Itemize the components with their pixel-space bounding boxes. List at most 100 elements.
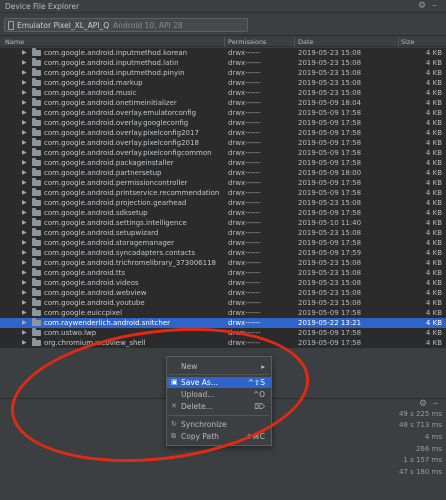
- table-row[interactable]: ▶ com.google.android.webview drwx------ 201…: [0, 288, 446, 298]
- gear-icon[interactable]: ⚙: [418, 1, 426, 11]
- device-dropdown[interactable]: Emulator Pixel_XL_API_Q Android 10, API …: [4, 18, 248, 32]
- expand-arrow-icon[interactable]: ▶: [22, 159, 27, 166]
- menu-item-copy-path[interactable]: ⧉ Copy Path ⇧⌘C: [167, 431, 271, 442]
- minimize-icon[interactable]: –: [432, 0, 437, 11]
- expand-arrow-icon[interactable]: ▶: [22, 129, 27, 136]
- expand-arrow-icon[interactable]: ▶: [22, 339, 27, 346]
- phone-icon: [8, 20, 14, 30]
- expand-arrow-icon[interactable]: ▶: [22, 179, 27, 186]
- menu-item-new[interactable]: New ▸: [167, 361, 271, 372]
- expand-arrow-icon[interactable]: ▶: [22, 149, 27, 156]
- file-permissions: drwx------: [228, 79, 261, 87]
- file-name: com.google.android.overlay.pixelconfigco…: [44, 149, 212, 157]
- folder-icon: [32, 98, 41, 106]
- table-row[interactable]: ▶ com.google.android.trichromelibrary_373…: [0, 258, 446, 268]
- table-row[interactable]: ▶ com.google.android.printservice.recomme…: [0, 188, 446, 198]
- table-row[interactable]: ▶ org.chromium.webview_shell drwx------ 201…: [0, 338, 446, 348]
- file-permissions: drwx------: [228, 129, 261, 137]
- table-row[interactable]: ▶ com.google.android.onetimeinitializer dr…: [0, 98, 446, 108]
- menu-label: New: [181, 362, 198, 371]
- expand-arrow-icon[interactable]: ▶: [22, 199, 27, 206]
- expand-arrow-icon[interactable]: ▶: [22, 69, 27, 76]
- gear-icon[interactable]: ⚙: [419, 399, 427, 409]
- stat-value: 47 s 180 ms: [398, 468, 442, 476]
- column-date[interactable]: Date: [298, 38, 314, 46]
- menu-item-save-as[interactable]: ▣ Save As... ^⇧S: [167, 377, 271, 388]
- expand-arrow-icon[interactable]: ▶: [22, 219, 27, 226]
- expand-arrow-icon[interactable]: ▶: [22, 49, 27, 56]
- column-name[interactable]: Name: [5, 38, 24, 46]
- column-permissions[interactable]: Permissions: [228, 38, 266, 46]
- table-row[interactable]: ▶ com.google.android.setupwizard drwx-----…: [0, 228, 446, 238]
- copy-icon: ⧉: [171, 432, 176, 440]
- expand-arrow-icon[interactable]: ▶: [22, 89, 27, 96]
- table-row[interactable]: ▶ com.google.android.tts drwx------ 2019-05…: [0, 268, 446, 278]
- table-row[interactable]: ▶ com.google.android.markup drwx------ 2019…: [0, 78, 446, 88]
- file-permissions: drwx------: [228, 89, 261, 97]
- file-name: com.google.android.webview: [44, 289, 147, 297]
- table-row[interactable]: ▶ com.google.android.projection.gearhead d…: [0, 198, 446, 208]
- table-row[interactable]: ▶ com.google.android.overlay.pixelconfig2…: [0, 128, 446, 138]
- file-size: 4 KB: [425, 279, 442, 287]
- expand-arrow-icon[interactable]: ▶: [22, 189, 27, 196]
- table-row[interactable]: ▶ com.google.android.overlay.googleconfig…: [0, 118, 446, 128]
- file-name: com.google.android.music: [44, 89, 137, 97]
- file-permissions: drwx------: [228, 149, 261, 157]
- stat-value: 266 ms: [415, 445, 442, 453]
- table-row[interactable]: ▶ com.google.android.permissioncontroller…: [0, 178, 446, 188]
- menu-item-delete[interactable]: ✕ Delete... ⌦: [167, 401, 271, 412]
- file-permissions: drwx------: [228, 69, 261, 77]
- table-row[interactable]: ▶ com.google.android.inputmethod.korean dr…: [0, 48, 446, 58]
- expand-arrow-icon[interactable]: ▶: [22, 59, 27, 66]
- table-row[interactable]: ▶ com.google.android.inputmethod.latin drw…: [0, 58, 446, 68]
- table-row[interactable]: ▶ com.google.euiccpixel drwx------ 2019-05-…: [0, 308, 446, 318]
- table-row[interactable]: ▶ com.google.android.music drwx------ 2019-…: [0, 88, 446, 98]
- expand-arrow-icon[interactable]: ▶: [22, 289, 27, 296]
- file-size: 4 KB: [425, 89, 442, 97]
- file-permissions: drwx------: [228, 339, 261, 347]
- expand-arrow-icon[interactable]: ▶: [22, 269, 27, 276]
- column-size[interactable]: Size: [401, 38, 414, 46]
- expand-arrow-icon[interactable]: ▶: [22, 229, 27, 236]
- menu-item-upload[interactable]: Upload... ^O: [167, 389, 271, 400]
- expand-arrow-icon[interactable]: ▶: [22, 329, 27, 336]
- table-row[interactable]: ▶ com.ustwo.lwp drwx------ 2019-05-09 17:58…: [0, 328, 446, 338]
- file-size: 4 KB: [425, 149, 442, 157]
- folder-icon: [32, 148, 41, 156]
- table-row[interactable]: ▶ com.google.android.sdksetup drwx------ 20…: [0, 208, 446, 218]
- folder-icon: [32, 118, 41, 126]
- table-row[interactable]: ▶ com.google.android.overlay.emulatorconf…: [0, 108, 446, 118]
- file-name: com.google.android.partnersetup: [44, 169, 162, 177]
- table-row[interactable]: ▶ com.google.android.inputmethod.pinyin dr…: [0, 68, 446, 78]
- expand-arrow-icon[interactable]: ▶: [22, 99, 27, 106]
- expand-arrow-icon[interactable]: ▶: [22, 319, 27, 326]
- table-row[interactable]: ▶ com.google.android.syncadapters.contact…: [0, 248, 446, 258]
- folder-icon: [32, 58, 41, 66]
- expand-arrow-icon[interactable]: ▶: [22, 209, 27, 216]
- expand-arrow-icon[interactable]: ▶: [22, 239, 27, 246]
- table-row[interactable]: ▶ com.google.android.storagemanager drwx--…: [0, 238, 446, 248]
- expand-arrow-icon[interactable]: ▶: [22, 109, 27, 116]
- expand-arrow-icon[interactable]: ▶: [22, 119, 27, 126]
- minimize-icon[interactable]: –: [433, 398, 438, 409]
- expand-arrow-icon[interactable]: ▶: [22, 279, 27, 286]
- expand-arrow-icon[interactable]: ▶: [22, 169, 27, 176]
- expand-arrow-icon[interactable]: ▶: [22, 139, 27, 146]
- table-row[interactable]: ▶ com.raywenderlich.android.snitcher drwx-…: [0, 318, 446, 328]
- table-row[interactable]: ▶ com.google.android.overlay.pixelconfig2…: [0, 138, 446, 148]
- expand-arrow-icon[interactable]: ▶: [22, 259, 27, 266]
- expand-arrow-icon[interactable]: ▶: [22, 249, 27, 256]
- expand-arrow-icon[interactable]: ▶: [22, 299, 27, 306]
- table-row[interactable]: ▶ com.google.android.packageinstaller drwx…: [0, 158, 446, 168]
- expand-arrow-icon[interactable]: ▶: [22, 309, 27, 316]
- expand-arrow-icon[interactable]: ▶: [22, 79, 27, 86]
- table-row[interactable]: ▶ com.google.android.partnersetup drwx----…: [0, 168, 446, 178]
- table-row[interactable]: ▶ com.google.android.videos drwx------ 2019…: [0, 278, 446, 288]
- file-size: 4 KB: [425, 219, 442, 227]
- table-row[interactable]: ▶ com.google.android.settings.intelligenc…: [0, 218, 446, 228]
- file-name: com.google.android.inputmethod.latin: [44, 59, 179, 67]
- menu-item-synchronize[interactable]: ↻ Synchronize: [167, 419, 271, 430]
- table-row[interactable]: ▶ com.google.android.overlay.pixelconfigc…: [0, 148, 446, 158]
- file-name: com.google.android.markup: [44, 79, 143, 87]
- table-row[interactable]: ▶ com.google.android.youtube drwx------ 201…: [0, 298, 446, 308]
